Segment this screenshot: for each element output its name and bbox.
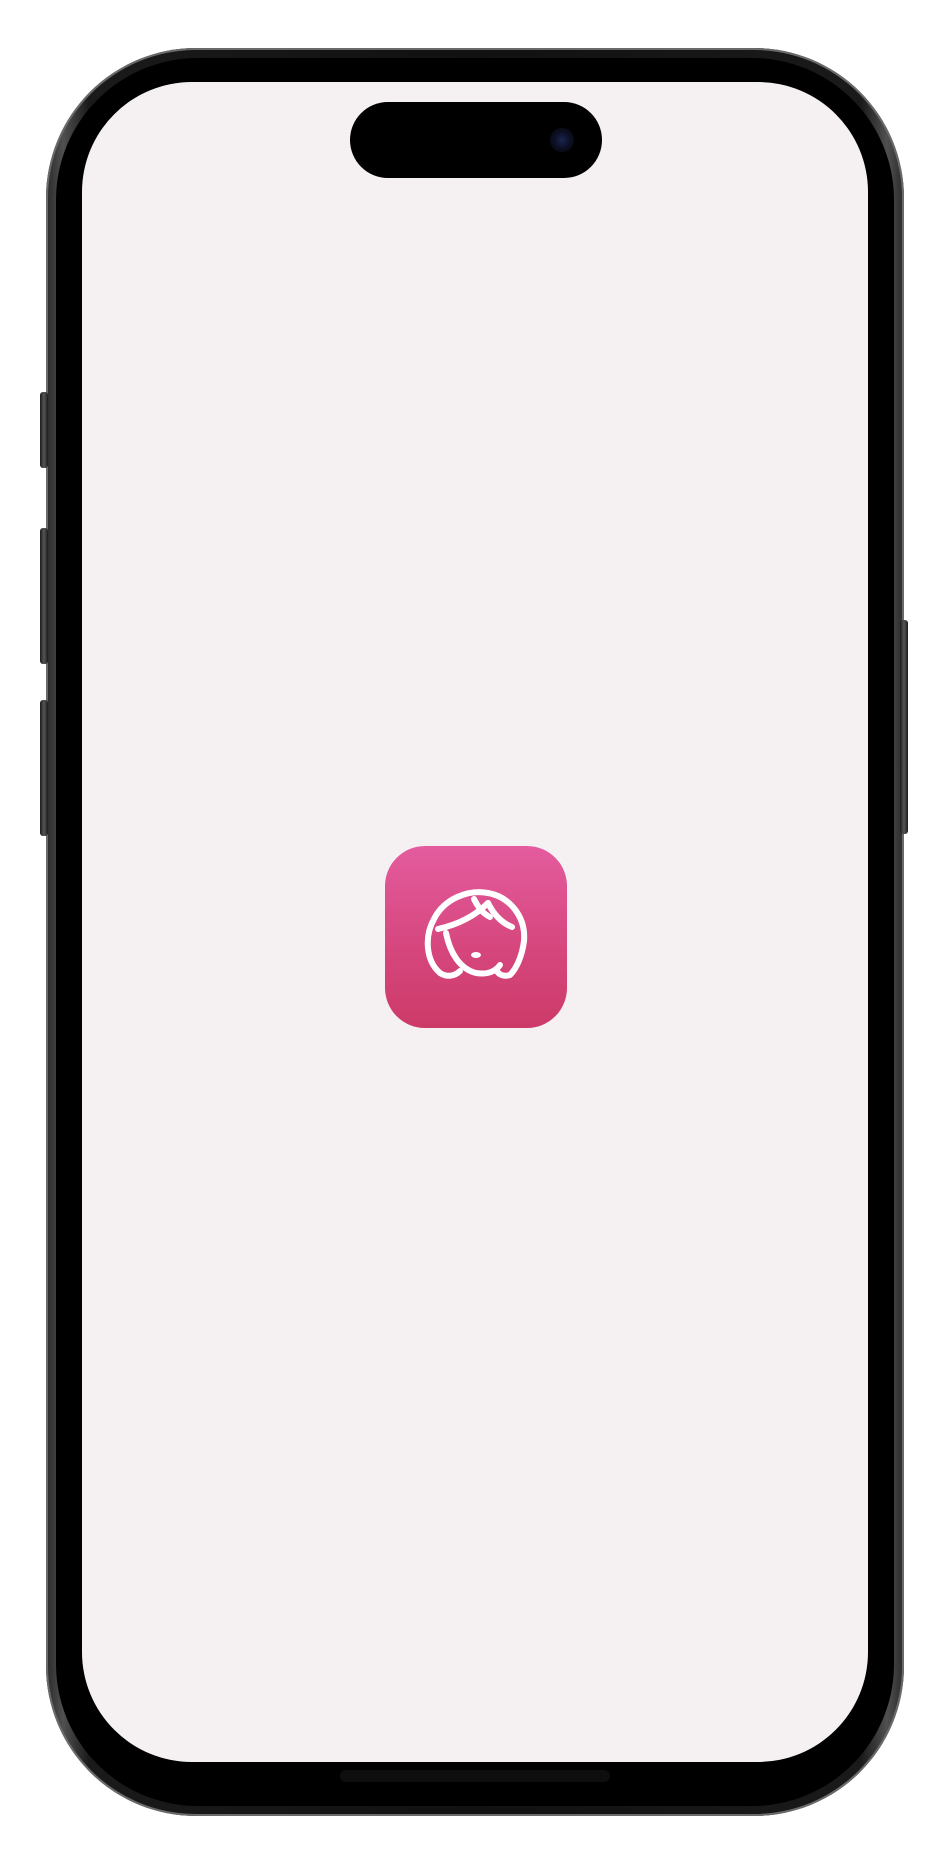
power-button	[900, 620, 908, 834]
volume-up-button	[40, 528, 48, 664]
volume-down-button	[40, 700, 48, 836]
app-icon	[385, 846, 567, 1028]
action-button	[40, 392, 48, 468]
dynamic-island	[350, 102, 602, 178]
home-indicator[interactable]	[340, 1770, 610, 1782]
woman-face-icon	[424, 889, 528, 979]
front-camera-icon	[550, 128, 574, 152]
